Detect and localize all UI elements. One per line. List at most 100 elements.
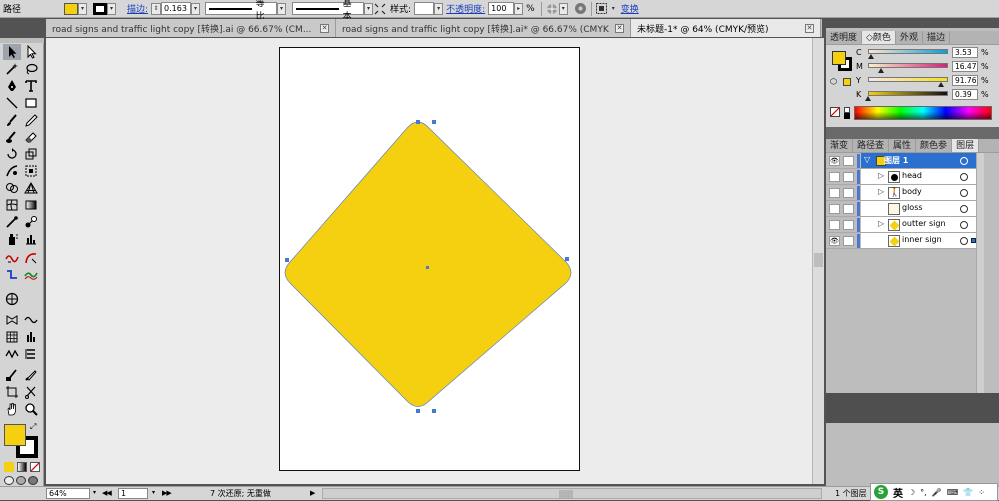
vertical-scrollbar[interactable] [812,38,824,484]
slice-tool-icon[interactable] [3,367,21,383]
expand-arrow-icon[interactable]: ▷ [878,171,884,180]
channel-slider-thumb[interactable] [878,68,884,73]
moon-icon[interactable]: ☽ [908,488,915,497]
pencil-tool-icon[interactable] [22,112,40,128]
arrange-icon[interactable] [373,2,387,16]
ime-language-label[interactable]: 英 [893,485,903,500]
align-icon[interactable] [595,2,609,16]
magic-wand-tool-icon[interactable] [3,61,21,77]
artboard-number-field[interactable]: 1 [118,488,148,499]
artboard-dropdown[interactable]: ▾ [149,488,158,499]
gradient-mode-icon[interactable] [17,462,27,472]
opacity-field[interactable]: 100 [488,2,515,15]
none-color-icon[interactable] [830,107,840,117]
direct-selection-tool-icon[interactable] [22,44,40,60]
envelope-tool-icon[interactable] [3,312,21,328]
visibility-toggle[interactable]: 👁 [829,236,840,246]
curvature-tool-icon[interactable] [22,250,40,266]
scissors-tool-icon[interactable] [22,384,40,400]
lock-toggle[interactable] [843,188,854,198]
wave-tool-icon[interactable] [22,312,40,328]
rotate-tool-icon[interactable] [3,146,21,162]
blend-tool-icon[interactable] [22,214,40,230]
target-circle-icon[interactable] [960,221,968,229]
visibility-toggle[interactable] [829,204,840,214]
channel-slider-thumb[interactable] [865,96,871,101]
channel-value-field[interactable]: 91.76 [952,75,978,86]
column-graph-tool-icon[interactable] [22,231,40,247]
stroke-color-swatch[interactable] [93,2,107,15]
horizontal-scroll-thumb[interactable] [559,490,573,498]
layer-name[interactable]: inner sign [902,235,942,244]
tab-transparency[interactable]: 透明度 [826,31,863,44]
brush-definition[interactable]: 基本 [292,0,365,22]
channel-slider-track[interactable] [868,49,948,54]
tab-color[interactable]: ◇颜色 [862,31,896,44]
selection-tool-icon[interactable] [3,44,21,60]
lock-toggle[interactable] [843,236,854,246]
tools-panel-grip[interactable] [0,38,44,43]
layer-name[interactable]: outter sign [902,219,946,228]
sublayer-row[interactable]: gloss [826,201,976,217]
free-transform-tool-icon[interactable] [22,163,40,179]
symbol-sprayer-tool-icon[interactable] [3,231,21,247]
gamut-color-swatch[interactable] [843,78,851,86]
close-icon[interactable]: ✕ [320,23,329,33]
globe-icon[interactable] [574,2,588,16]
line-segment-tool-icon[interactable] [3,95,21,111]
expand-arrow-icon[interactable]: ▷ [878,187,884,196]
knife-tool-icon[interactable] [22,367,40,383]
draw-normal-icon[interactable] [4,476,14,485]
eraser-tool-icon[interactable] [22,129,40,145]
lock-toggle[interactable] [843,156,854,166]
warp-tool-icon[interactable] [3,163,21,179]
opacity-label[interactable]: 不透明度: [443,2,488,15]
target-circle-icon[interactable] [960,205,968,213]
zoom-tool-icon[interactable] [22,401,40,417]
channel-slider-thumb[interactable] [868,54,874,59]
fill-dropdown-arrow[interactable]: ▾ [78,2,87,15]
lock-toggle[interactable] [843,220,854,230]
mesh-tool-icon[interactable] [3,197,21,213]
eyedropper-tool-icon[interactable] [3,214,21,230]
tab-gradient[interactable]: 渐变 [826,139,854,152]
stroke-label[interactable]: 描边: [124,2,151,15]
swap-fill-stroke-icon[interactable]: ⤢ [30,422,36,432]
opacity-dropdown[interactable]: ▸ [514,2,524,15]
channel-slider-track[interactable] [868,91,948,96]
zoom-dropdown[interactable]: ▾ [90,488,99,499]
fill-color-swatch[interactable] [64,2,78,15]
draw-inside-icon[interactable] [28,476,38,485]
target-circle-icon[interactable] [960,237,968,245]
channel-value-field[interactable]: 3.53 [952,47,978,58]
tab-pathfinder[interactable]: 路径查 [853,139,890,152]
ime-logo-icon[interactable]: S [874,485,888,499]
close-icon[interactable]: ✕ [805,23,814,33]
stroke-dropdown-arrow[interactable]: ▾ [107,2,116,15]
skin-icon[interactable]: 👕 [963,488,973,497]
lasso-tool-icon[interactable] [22,61,40,77]
chart-data-tool-icon[interactable] [22,329,40,345]
recolor-artwork-icon[interactable] [545,2,559,16]
sublayer-row[interactable]: ▷ outter sign [826,217,976,233]
black-color-icon[interactable] [844,113,850,119]
canvas-area[interactable] [46,38,812,484]
transform-label[interactable]: 变换 [618,2,642,15]
zoom-field[interactable]: 64% [46,488,90,499]
document-tab-2[interactable]: road signs and traffic light copy [转换].a… [336,19,631,37]
stroke-weight-stepper[interactable]: ⇕ [151,2,162,15]
style-dropdown[interactable]: ▾ [434,2,444,15]
list-tool-icon[interactable] [22,346,40,362]
channel-slider-thumb[interactable] [938,82,944,87]
color-spectrum-bar[interactable] [854,106,992,120]
profile-dropdown[interactable]: ▾ [277,2,287,15]
zigzag-tool-icon[interactable] [3,346,21,362]
artboard-tool-icon[interactable] [3,384,21,400]
smooth-tool-green-icon[interactable] [22,267,40,283]
rectangle-tool-icon[interactable] [22,95,40,111]
visibility-toggle[interactable] [829,220,840,230]
align-dropdown[interactable]: ▾ [609,3,618,15]
visibility-toggle[interactable] [829,188,840,198]
close-icon[interactable]: ✕ [615,23,624,33]
visibility-toggle[interactable] [829,172,840,182]
